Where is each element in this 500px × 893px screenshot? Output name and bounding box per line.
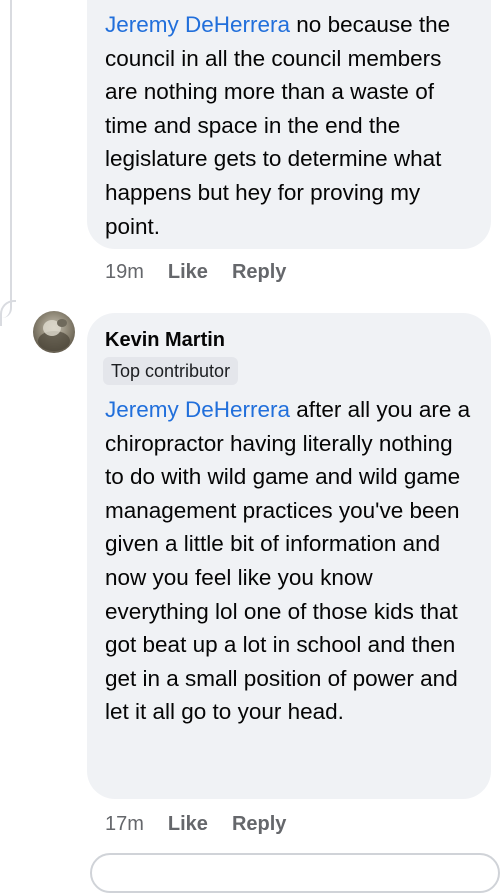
- top-contributor-badge: Top contributor: [103, 357, 239, 385]
- comment-bubble: Jeremy DeHerrera no because the council …: [87, 0, 491, 249]
- thread-connector-curve: [0, 300, 16, 326]
- comment-actions: 19m Like Reply: [105, 261, 286, 284]
- comment-author[interactable]: Kevin Martin: [105, 327, 473, 353]
- like-button[interactable]: Like: [168, 813, 208, 836]
- comment-text: Jeremy DeHerrera no because the council …: [105, 8, 473, 243]
- mention-link[interactable]: Jeremy DeHerrera: [105, 397, 290, 422]
- avatar-image-icon: [38, 319, 70, 351]
- thread-connector-line: [0, 0, 12, 318]
- next-comment-box[interactable]: [90, 853, 500, 893]
- comment-bubble: Kevin Martin Top contributor Jeremy DeHe…: [87, 313, 491, 799]
- reply-button[interactable]: Reply: [232, 261, 286, 284]
- comment-text: Jeremy DeHerrera after all you are a chi…: [105, 393, 473, 729]
- user-avatar[interactable]: [33, 311, 75, 353]
- reply-button[interactable]: Reply: [232, 813, 286, 836]
- like-button[interactable]: Like: [168, 261, 208, 284]
- comment-actions: 17m Like Reply: [105, 813, 286, 836]
- mention-link[interactable]: Jeremy DeHerrera: [105, 12, 290, 37]
- comment-timestamp[interactable]: 17m: [105, 813, 144, 836]
- comment-body: after all you are a chiropractor having …: [105, 397, 471, 725]
- comment-body: no because the council in all the counci…: [105, 12, 451, 239]
- comment-timestamp[interactable]: 19m: [105, 261, 144, 284]
